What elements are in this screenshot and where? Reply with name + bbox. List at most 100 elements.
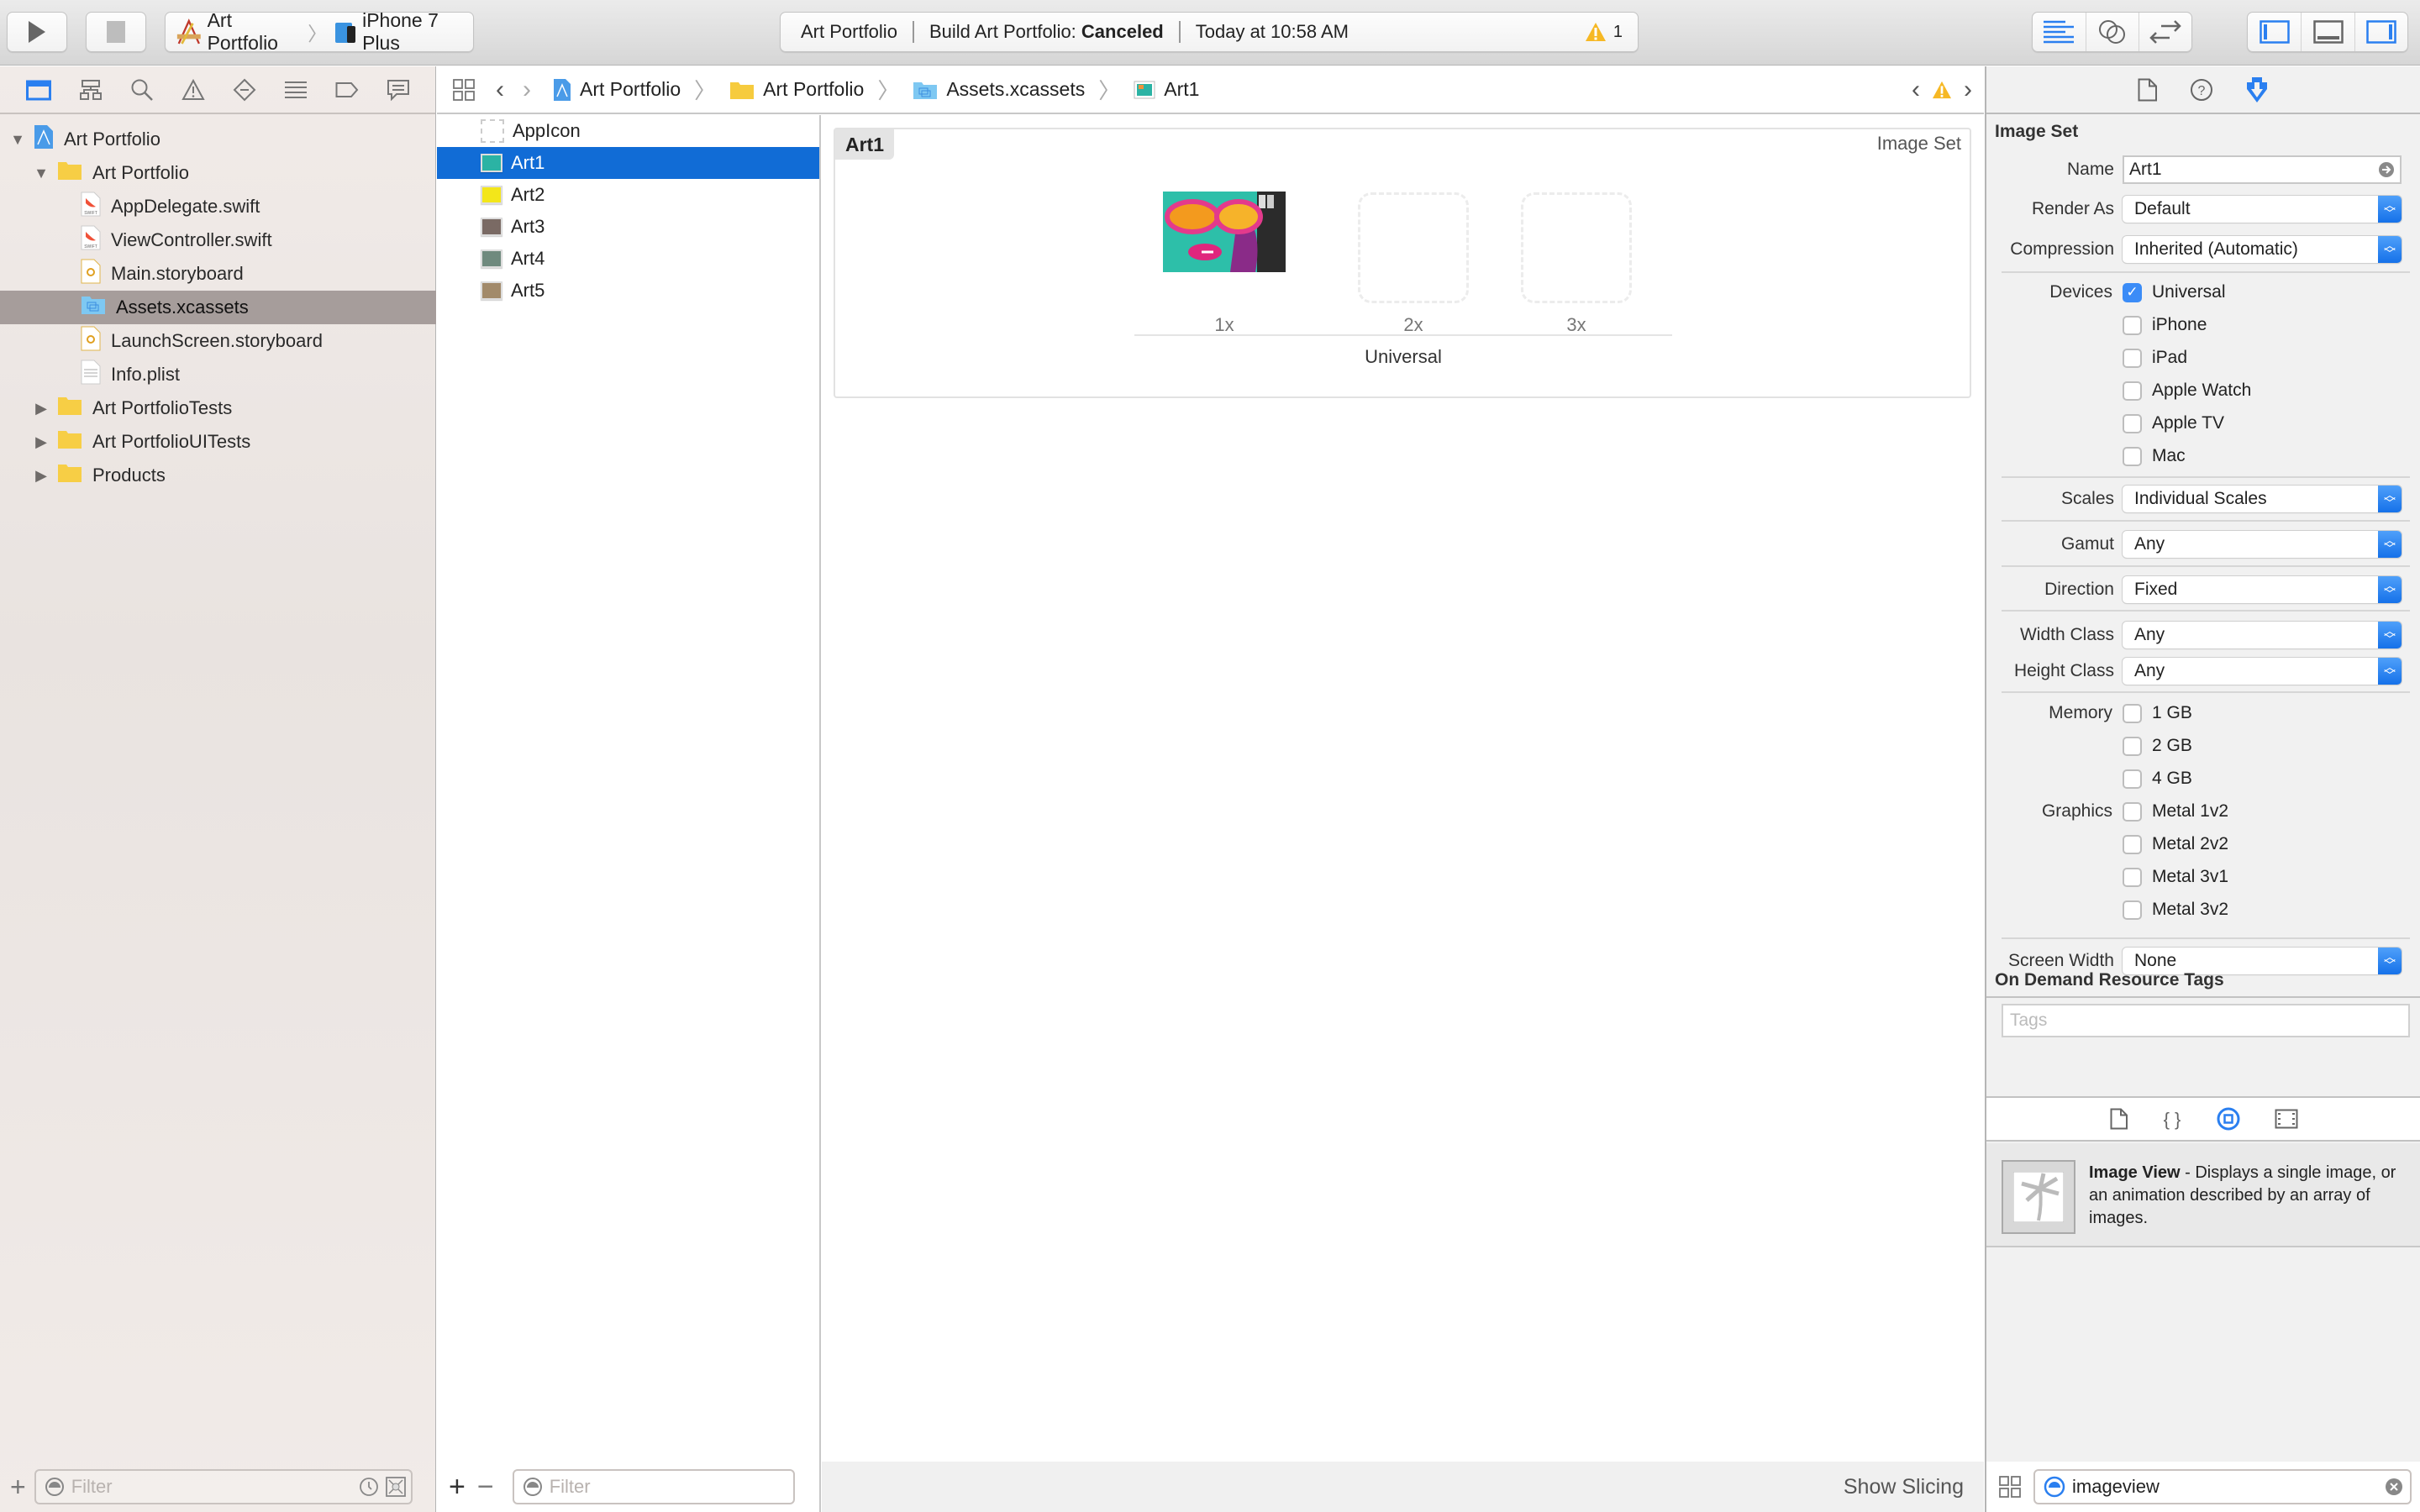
asset-item[interactable]: Art5 <box>437 275 819 307</box>
breadcrumb-item[interactable]: Assets.xcassets <box>946 78 1085 101</box>
remove-asset-button[interactable]: − <box>477 1471 494 1504</box>
tree-item[interactable]: ▶ Art PortfolioTests <box>0 391 436 425</box>
hierarchy-icon[interactable] <box>79 79 103 101</box>
disclosure-closed-icon[interactable]: ▶ <box>34 434 49 449</box>
clear-search-icon[interactable] <box>2385 1478 2403 1496</box>
breadcrumb-item[interactable]: Art Portfolio <box>580 78 681 101</box>
image-slot-1x[interactable] <box>1163 192 1286 272</box>
standard-editor-button[interactable] <box>2033 13 2086 51</box>
tree-item[interactable]: Assets.xcassets <box>0 291 436 324</box>
stop-button[interactable] <box>86 12 146 52</box>
devices-option: Apple TV <box>1986 410 2420 437</box>
tree-item[interactable]: ▼ Art Portfolio <box>0 156 436 190</box>
asset-item[interactable]: Art4 <box>437 243 819 275</box>
tree-item-label: LaunchScreen.storyboard <box>111 330 323 351</box>
asset-item[interactable]: AppIcon <box>437 115 819 147</box>
warning-badge[interactable]: 1 <box>1585 22 1638 42</box>
assistant-editor-button[interactable] <box>2086 13 2140 51</box>
checkbox[interactable] <box>2123 703 2142 723</box>
add-file-button[interactable]: + <box>10 1472 26 1503</box>
name-field[interactable]: Art1 <box>2123 155 2402 184</box>
asset-item[interactable]: Art3 <box>437 211 819 243</box>
disclosure-open-icon[interactable]: ▼ <box>34 165 49 181</box>
run-button[interactable] <box>7 12 67 52</box>
tree-item[interactable]: SWIFT ViewController.swift <box>0 223 436 257</box>
help-icon[interactable]: ? <box>2190 78 2213 102</box>
height-class-popup[interactable]: Any ︿ ﹀ <box>2123 658 2402 685</box>
grid-view-icon[interactable] <box>1998 1475 2022 1499</box>
checkbox[interactable] <box>2123 381 2142 401</box>
checkbox[interactable] <box>2123 834 2142 854</box>
scm-filter-icon[interactable] <box>385 1477 406 1497</box>
tree-item[interactable]: ▼ Art Portfolio <box>0 123 436 156</box>
checkbox[interactable] <box>2123 413 2142 433</box>
next-issue-button[interactable]: › <box>1964 76 1972 104</box>
tree-item[interactable]: ▶ Products <box>0 459 436 492</box>
search-icon[interactable] <box>130 78 154 102</box>
issue-warning-icon[interactable] <box>181 78 205 101</box>
toggle-utilities-button[interactable] <box>2355 13 2407 51</box>
arrow-circle-icon[interactable] <box>2378 161 2395 178</box>
render-as-popup[interactable]: Default ︿ ﹀ <box>2123 196 2402 223</box>
add-asset-button[interactable]: + <box>449 1471 466 1504</box>
checkbox[interactable] <box>2123 867 2142 887</box>
checkbox[interactable] <box>2123 315 2142 335</box>
compression-popup[interactable]: Inherited (Automatic) ︿ ﹀ <box>2123 236 2402 263</box>
breadcrumb-item[interactable]: Art1 <box>1164 78 1199 101</box>
related-items-icon[interactable] <box>452 78 476 102</box>
media-library-icon[interactable] <box>2275 1109 2298 1129</box>
version-editor-button[interactable] <box>2139 13 2191 51</box>
checkbox[interactable] <box>2123 900 2142 920</box>
navigator-filter-input[interactable]: Filter <box>34 1469 413 1504</box>
report-speech-icon[interactable] <box>387 79 410 101</box>
file-inspector-icon[interactable] <box>2138 78 2158 102</box>
library-search-input[interactable]: imageview <box>2033 1469 2412 1504</box>
breakpoint-tag-icon[interactable] <box>335 81 359 98</box>
test-diamond-icon[interactable] <box>233 78 256 102</box>
width-class-popup[interactable]: Any ︿ ﹀ <box>2123 622 2402 648</box>
previous-issue-button[interactable]: ‹ <box>1912 76 1920 104</box>
show-slicing-button[interactable]: Show Slicing <box>1844 1475 1964 1499</box>
direction-popup[interactable]: Fixed ︿ ﹀ <box>2123 576 2402 603</box>
tree-item[interactable]: SWIFT AppDelegate.swift <box>0 190 436 223</box>
asset-item[interactable]: Art1 <box>437 147 819 179</box>
gamut-popup[interactable]: Any ︿ ﹀ <box>2123 531 2402 558</box>
scheme-selector[interactable]: Art Portfolio 〉 iPhone 7 Plus <box>165 9 474 54</box>
asset-filter-input[interactable]: Filter <box>512 1469 795 1504</box>
checkbox[interactable]: ✓ <box>2123 282 2142 302</box>
checkbox[interactable] <box>2123 348 2142 368</box>
breadcrumb-item[interactable]: Art Portfolio <box>763 78 864 101</box>
scales-label: Scales <box>2060 489 2114 508</box>
popup-value: Any <box>2134 534 2165 554</box>
file-template-icon[interactable] <box>2110 1108 2128 1130</box>
tree-item[interactable]: Info.plist <box>0 358 436 391</box>
checkbox[interactable] <box>2123 769 2142 789</box>
code-snippet-icon[interactable]: { } <box>2162 1108 2182 1130</box>
tags-input[interactable]: Tags <box>2002 1004 2410 1037</box>
toggle-debug-area-button[interactable] <box>2302 13 2355 51</box>
image-slot-3x[interactable] <box>1521 192 1632 303</box>
width-class-row: Width Class Any ︿ ﹀ <box>1986 621 2420 649</box>
debug-list-icon[interactable] <box>284 80 308 100</box>
tree-item[interactable]: ▶ Art PortfolioUITests <box>0 425 436 459</box>
disclosure-open-icon[interactable]: ▼ <box>10 132 25 147</box>
checkbox[interactable] <box>2123 736 2142 756</box>
checkbox[interactable] <box>2123 446 2142 466</box>
tree-item[interactable]: LaunchScreen.storyboard <box>0 324 436 358</box>
recent-clock-icon[interactable] <box>359 1477 379 1497</box>
back-button[interactable]: ‹ <box>496 76 504 104</box>
tree-item[interactable]: Main.storyboard <box>0 257 436 291</box>
folder-tab-icon[interactable] <box>25 79 51 101</box>
attributes-inspector-icon[interactable] <box>2245 76 2269 104</box>
scales-popup[interactable]: Individual Scales ︿ ﹀ <box>2123 486 2402 512</box>
checkbox[interactable] <box>2123 801 2142 822</box>
disclosure-closed-icon[interactable]: ▶ <box>34 468 49 483</box>
toggle-navigator-button[interactable] <box>2248 13 2302 51</box>
disclosure-closed-icon[interactable]: ▶ <box>34 401 49 416</box>
object-library-icon[interactable] <box>2216 1106 2241 1131</box>
image-slot-2x[interactable] <box>1358 192 1469 303</box>
forward-button[interactable]: › <box>523 76 531 104</box>
warning-icon[interactable] <box>1932 81 1952 99</box>
asset-item[interactable]: Art2 <box>437 179 819 211</box>
library-item-image-view[interactable]: Image View - Displays a single image, or… <box>1986 1143 2420 1247</box>
